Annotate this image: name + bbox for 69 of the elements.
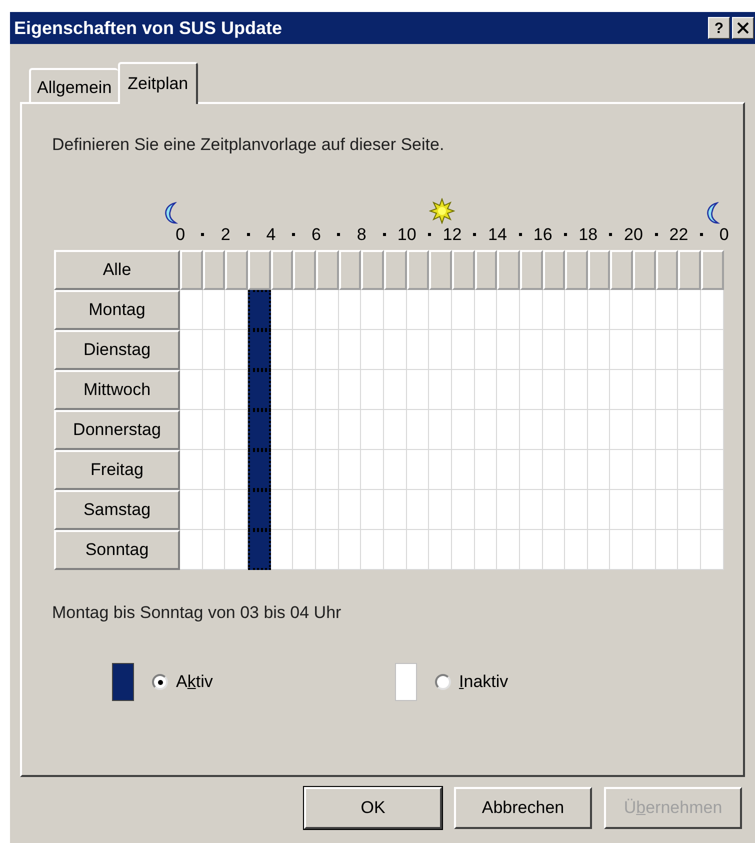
tab[interactable]: Zeitplan: [118, 62, 198, 104]
hour-column-button[interactable]: [633, 250, 656, 290]
close-icon: [737, 22, 749, 34]
hour-label: 0: [176, 224, 186, 246]
hour-column-button[interactable]: [316, 250, 339, 290]
hour-label: 22: [669, 224, 688, 246]
hour-column-button[interactable]: [406, 250, 430, 290]
radio-button[interactable]: [435, 674, 451, 690]
help-button[interactable]: ?: [708, 17, 730, 39]
all-days-button[interactable]: Alle: [54, 250, 180, 290]
hour-column-button[interactable]: [701, 250, 724, 290]
hour-label: 18: [578, 224, 598, 246]
day-button[interactable]: Montag: [54, 290, 180, 330]
schedule-cell[interactable]: [248, 410, 271, 450]
hour-label: 10: [397, 224, 416, 246]
radio-label: Aktiv: [176, 671, 213, 694]
hour-label: 14: [488, 224, 507, 246]
legend-swatch: [112, 663, 134, 701]
hour-label: 12: [442, 224, 462, 246]
dialog-button[interactable]: OK: [304, 787, 442, 829]
day-button[interactable]: Freitag: [54, 450, 180, 490]
day-button[interactable]: Mittwoch: [54, 370, 180, 410]
hour-label: 8: [356, 224, 366, 246]
hour-label: 20: [624, 224, 643, 246]
hour-column-button[interactable]: [180, 250, 203, 290]
hour-column-button[interactable]: [474, 250, 498, 290]
window-title: Eigenschaften von SUS Update: [14, 16, 284, 40]
summary-text: Montag bis Sonntag von 03 bis 04 Uhr: [52, 602, 342, 624]
hour-column-button[interactable]: [678, 250, 702, 290]
hour-column-button[interactable]: [497, 250, 520, 290]
hour-column-button[interactable]: [520, 250, 542, 290]
hour-column-button[interactable]: [338, 250, 362, 290]
schedule-cell[interactable]: [248, 490, 271, 530]
hour-label: 2: [220, 224, 230, 246]
hour-label: 4: [266, 224, 276, 246]
hour-column-button[interactable]: [202, 250, 226, 290]
day-button[interactable]: Donnerstag: [54, 410, 180, 450]
day-button[interactable]: Samstag: [54, 490, 180, 530]
moon-icon: [706, 202, 720, 224]
schedule-cell[interactable]: [248, 370, 271, 410]
schedule-cell[interactable]: [248, 450, 271, 490]
day-button[interactable]: Sonntag: [54, 530, 180, 570]
legend-swatch: [395, 663, 417, 701]
hour-column-button[interactable]: [452, 250, 475, 290]
hour-label: 0: [719, 224, 729, 246]
sun-icon: [429, 198, 455, 224]
hour-column-button[interactable]: [610, 250, 634, 290]
moon-icon: [164, 202, 178, 224]
hour-label: 16: [533, 224, 552, 246]
hour-column-button[interactable]: [588, 250, 610, 290]
description-text: Definieren Sie eine Zeitplanvorlage auf dieser Seite.: [52, 134, 446, 156]
hour-column-button[interactable]: [656, 250, 678, 290]
hour-label: 6: [312, 224, 321, 246]
radio-option[interactable]: Inaktiv: [435, 669, 508, 695]
hour-column-button[interactable]: [429, 250, 452, 290]
hour-column-button[interactable]: [384, 250, 407, 290]
radio-option[interactable]: Aktiv: [152, 669, 213, 695]
hour-column-button[interactable]: [361, 250, 384, 290]
day-button[interactable]: Dienstag: [54, 330, 180, 370]
schedule-cell[interactable]: [248, 530, 271, 570]
dialog-button[interactable]: Abbrechen: [454, 787, 592, 829]
radio-button[interactable]: [152, 674, 168, 690]
radio-label: Inaktiv: [459, 671, 508, 694]
hour-column-button[interactable]: [565, 250, 588, 290]
close-button[interactable]: [732, 17, 754, 39]
schedule-cell[interactable]: [248, 330, 271, 370]
tab[interactable]: Allgemein: [29, 68, 118, 102]
schedule-cell[interactable]: [248, 290, 271, 330]
hour-column-button[interactable]: [542, 250, 566, 290]
